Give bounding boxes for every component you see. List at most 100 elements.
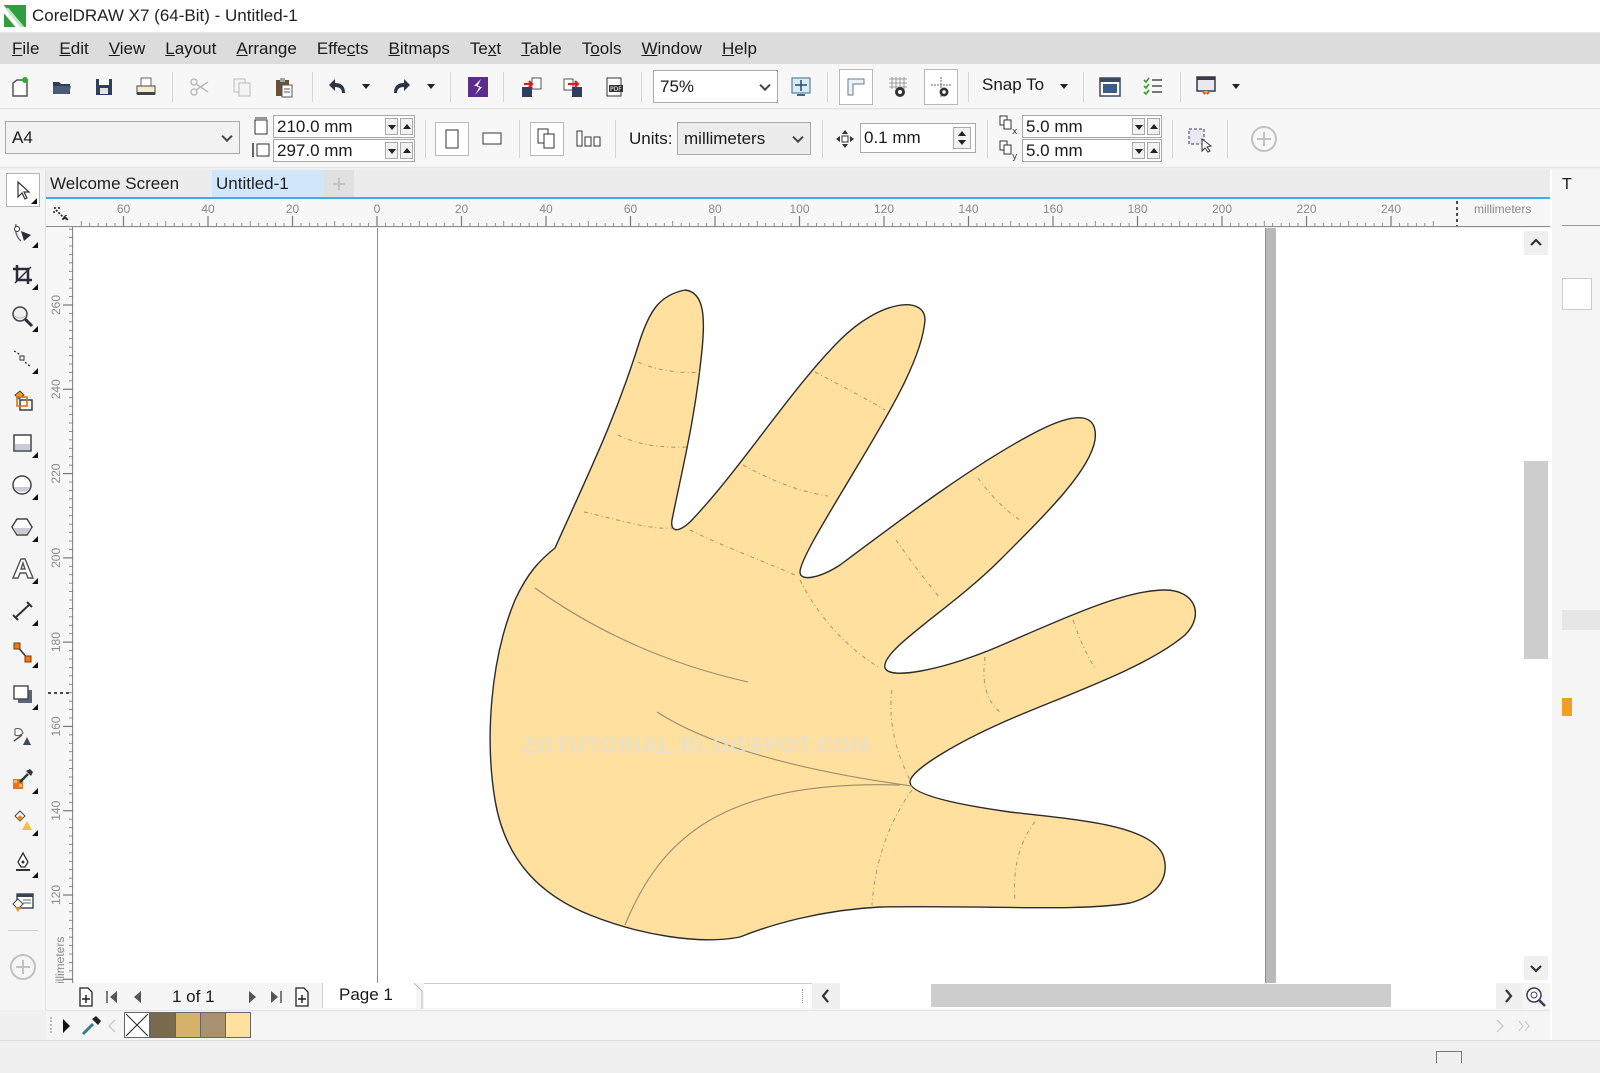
nudge-distance-field[interactable]: 0.1 mm	[860, 123, 976, 153]
navigator-zoom-icon[interactable]	[1524, 985, 1548, 1009]
shape-tool[interactable]	[6, 216, 40, 250]
snap-to-dropdown-arrow-icon[interactable]	[1060, 84, 1068, 89]
export-icon[interactable]	[559, 73, 587, 101]
menu-window[interactable]: Window	[633, 39, 709, 59]
next-page-icon[interactable]	[244, 988, 260, 1006]
vertical-scroll-thumb[interactable]	[1524, 461, 1548, 659]
menu-file[interactable]: File	[4, 39, 47, 59]
increment-button[interactable]	[400, 118, 413, 135]
horizontal-scroll-thumb[interactable]	[931, 984, 1391, 1007]
last-page-icon[interactable]	[268, 988, 284, 1006]
color-swatch[interactable]	[175, 1013, 200, 1037]
portrait-orientation-button[interactable]	[435, 122, 469, 156]
import-icon[interactable]	[517, 73, 545, 101]
palette-menu-arrow-icon[interactable]	[60, 1017, 72, 1035]
redo-icon[interactable]	[388, 73, 416, 101]
app-launcher-icon[interactable]	[1096, 73, 1124, 101]
decrement-button[interactable]	[1132, 142, 1145, 159]
decrement-button[interactable]	[385, 142, 398, 159]
add-tool-icon[interactable]	[8, 952, 38, 982]
ellipse-tool[interactable]	[6, 468, 40, 502]
snap-to-button[interactable]: Snap To	[982, 75, 1044, 95]
paste-icon[interactable]	[270, 73, 298, 101]
save-icon[interactable]	[90, 73, 118, 101]
scroll-left-button[interactable]	[812, 983, 840, 1009]
previous-page-icon[interactable]	[130, 988, 146, 1006]
undo-icon[interactable]	[323, 73, 351, 101]
page-height-field[interactable]: 297.0 mm	[273, 139, 415, 162]
duplicate-x-field[interactable]: 5.0 mm	[1022, 115, 1162, 138]
welcome-screen-dropdown-arrow-icon[interactable]	[1232, 84, 1240, 89]
insert-page-before-icon[interactable]	[76, 986, 96, 1008]
palette-expand-icon[interactable]	[1516, 1017, 1532, 1035]
freehand-tool[interactable]	[6, 342, 40, 376]
vertical-scrollbar[interactable]	[1524, 228, 1550, 983]
color-swatch[interactable]	[150, 1013, 175, 1037]
options-icon[interactable]	[1139, 73, 1167, 101]
increment-button[interactable]	[1147, 118, 1160, 135]
palette-scroll-right-icon[interactable]	[1494, 1017, 1506, 1035]
add-toolbar-item-icon[interactable]	[1250, 125, 1278, 153]
interactive-fill-tool[interactable]	[6, 804, 40, 838]
zoom-tool[interactable]	[6, 300, 40, 334]
drop-shadow-tool[interactable]	[6, 678, 40, 712]
vertical-ruler[interactable]: 260 240 220 200 180 160 140 120 millimeters	[46, 227, 73, 994]
decrement-button[interactable]	[385, 118, 398, 135]
open-icon[interactable]	[48, 73, 76, 101]
menu-edit[interactable]: Edit	[51, 39, 96, 59]
menu-bitmaps[interactable]: Bitmaps	[381, 39, 458, 59]
decrement-button[interactable]	[1132, 118, 1145, 135]
crop-tool[interactable]	[6, 258, 40, 292]
palette-scroll-left-icon[interactable]	[106, 1017, 118, 1035]
search-content-icon[interactable]	[464, 73, 492, 101]
rectangle-tool[interactable]	[6, 426, 40, 460]
outline-pen-tool[interactable]	[6, 846, 40, 880]
docker-field[interactable]	[1562, 278, 1592, 310]
first-page-icon[interactable]	[104, 988, 120, 1006]
scroll-up-button[interactable]	[1524, 231, 1548, 255]
cut-icon[interactable]	[186, 73, 214, 101]
current-page-button[interactable]	[572, 122, 606, 156]
smart-fill-tool[interactable]	[6, 384, 40, 418]
publish-pdf-icon[interactable]: PDF	[601, 73, 629, 101]
duplicate-y-field[interactable]: 5.0 mm	[1022, 139, 1162, 162]
new-document-icon[interactable]	[6, 73, 34, 101]
menu-effects[interactable]: Effects	[309, 39, 377, 59]
menu-help[interactable]: Help	[714, 39, 765, 59]
tab-untitled-1[interactable]: Untitled-1	[212, 170, 324, 197]
transparency-tool[interactable]	[6, 720, 40, 754]
scroll-right-button[interactable]	[1496, 983, 1522, 1009]
no-color-swatch[interactable]	[124, 1012, 150, 1038]
treat-as-filled-icon[interactable]	[1185, 125, 1213, 153]
drawing-canvas[interactable]: ZOTUTORIAL.BLOGSPOT.COM	[74, 228, 1524, 983]
all-pages-button[interactable]	[530, 122, 564, 156]
menu-arrange[interactable]: Arrange	[228, 39, 304, 59]
color-swatch[interactable]	[200, 1013, 225, 1037]
zoom-to-page-icon[interactable]	[787, 73, 815, 101]
docker-tab[interactable]	[1562, 206, 1600, 226]
welcome-screen-icon[interactable]	[1192, 73, 1220, 101]
tab-welcome-screen[interactable]: Welcome Screen	[46, 170, 212, 197]
print-icon[interactable]	[132, 73, 160, 101]
grid-icon[interactable]	[884, 73, 912, 101]
page-size-combo[interactable]: A4	[5, 121, 240, 154]
rulers-icon[interactable]	[839, 69, 873, 105]
increment-button[interactable]	[400, 142, 413, 159]
new-tab-button[interactable]	[324, 170, 354, 197]
menu-text[interactable]: Text	[462, 39, 509, 59]
zoom-level-combo[interactable]: 75%	[653, 70, 778, 103]
text-tool[interactable]	[6, 552, 40, 586]
guidelines-icon[interactable]	[924, 69, 958, 105]
insert-page-after-icon[interactable]	[292, 986, 312, 1008]
dimension-tool[interactable]	[6, 594, 40, 628]
pick-tool[interactable]	[6, 173, 40, 207]
page-width-field[interactable]: 210.0 mm	[273, 115, 415, 138]
horizontal-ruler[interactable]: 60 40 20 0 20 40 60 80 100 120 140 160 180 200 220 240 …	[46, 199, 1550, 227]
menu-view[interactable]: View	[101, 39, 154, 59]
scroll-down-button[interactable]	[1524, 956, 1548, 980]
edit-fill-tool[interactable]	[6, 886, 40, 920]
menu-table[interactable]: Table	[513, 39, 570, 59]
polygon-tool[interactable]	[6, 510, 40, 544]
undo-dropdown-arrow-icon[interactable]	[362, 84, 370, 89]
eyedropper-icon[interactable]	[80, 1013, 102, 1037]
